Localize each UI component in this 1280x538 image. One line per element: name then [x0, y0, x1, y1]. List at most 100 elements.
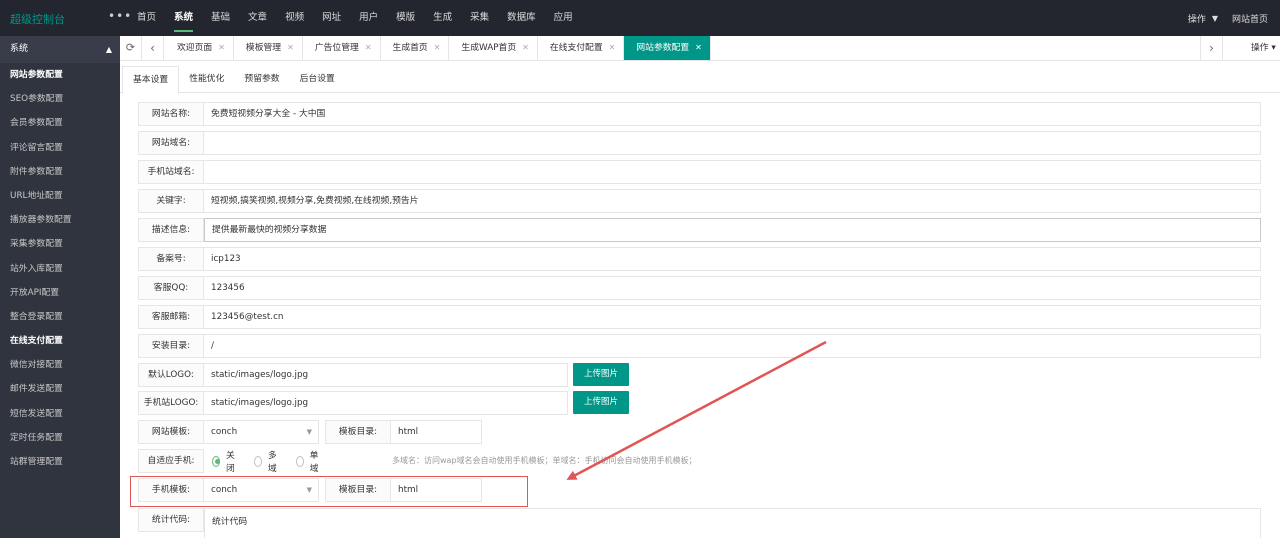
keywords-input[interactable]: 短视频,搞笑视频,视频分享,免费视频,在线视频,预告片: [204, 189, 1261, 213]
chevron-right-icon[interactable]: ›: [1200, 36, 1222, 60]
description-label: 描述信息:: [138, 218, 204, 242]
mobile-logo-label: 手机站LOGO:: [138, 391, 204, 415]
sidebar-item-collect-config[interactable]: 采集参数配置: [0, 232, 120, 256]
top-nav-template[interactable]: 模版: [387, 0, 424, 36]
top-nav-basic[interactable]: 基础: [202, 0, 239, 36]
email-input[interactable]: 123456@test.cn: [204, 305, 1261, 329]
tab-label: 广告位管理: [314, 43, 359, 53]
top-nav-user[interactable]: 用户: [350, 0, 387, 36]
top-nav-database[interactable]: 数据库: [498, 0, 545, 36]
radio-label: 单域: [309, 451, 319, 474]
tab-template-manage[interactable]: 模板管理 ✕: [234, 36, 303, 60]
brand-title[interactable]: 超级控制台: [10, 11, 65, 27]
mobile-domain-label: 手机站域名:: [138, 160, 204, 184]
top-ops-menu[interactable]: 操作: [1188, 12, 1206, 25]
upload-mobile-logo-button[interactable]: 上传图片: [573, 391, 629, 414]
subtab-reserved[interactable]: 预留参数: [234, 66, 289, 92]
annotation-highlight-box: [130, 476, 528, 507]
install-dir-input[interactable]: /: [204, 334, 1261, 358]
qq-input[interactable]: 123456: [204, 276, 1261, 300]
adaptive-option-off[interactable]: 关闭: [212, 448, 238, 474]
caret-up-icon[interactable]: ▲: [106, 36, 112, 63]
tab-ops-menu[interactable]: 操作 ▾: [1222, 36, 1280, 60]
top-nav-url[interactable]: 网址: [313, 0, 350, 36]
tab-ad-manage[interactable]: 广告位管理 ✕: [303, 36, 381, 60]
sidebar-item-comment-config[interactable]: 评论留言配置: [0, 136, 120, 160]
email-label: 客服邮箱:: [138, 305, 204, 329]
site-name-label: 网站名称:: [138, 102, 204, 126]
sidebar-item-login-config[interactable]: 整合登录配置: [0, 305, 120, 329]
close-icon[interactable]: ✕: [609, 43, 616, 52]
close-icon[interactable]: ✕: [695, 43, 702, 52]
tab-pay-config[interactable]: 在线支付配置 ✕: [538, 36, 625, 60]
icp-label: 备案号:: [138, 247, 204, 271]
sidebar-item-site-config[interactable]: 网站参数配置: [0, 63, 120, 87]
top-nav-generate[interactable]: 生成: [424, 0, 461, 36]
sidebar-item-cluster-config[interactable]: 站群管理配置: [0, 450, 120, 474]
adaptive-option-single[interactable]: 单域: [295, 448, 322, 474]
sidebar-item-attachment-config[interactable]: 附件参数配置: [0, 160, 120, 184]
caret-down-icon[interactable]: ▼: [1212, 14, 1218, 23]
upload-logo-button[interactable]: 上传图片: [573, 363, 629, 386]
close-icon[interactable]: ✕: [218, 43, 225, 52]
adaptive-option-multi[interactable]: 多域: [253, 448, 280, 474]
top-nav-home[interactable]: 首页: [128, 0, 165, 36]
sidebar-item-sms-config[interactable]: 短信发送配置: [0, 402, 120, 426]
tab-generate-wap-index[interactable]: 生成WAP首页 ✕: [449, 36, 538, 60]
subtab-admin[interactable]: 后台设置: [290, 66, 345, 92]
tab-bar: ⟳ ‹ 欢迎页面 ✕ 模板管理 ✕ 广告位管理 ✕ 生成首页 ✕ 生成WAP首页 ✕ 在线…: [120, 36, 1280, 61]
close-icon[interactable]: ✕: [287, 43, 294, 52]
sidebar-item-email-config[interactable]: 邮件发送配置: [0, 377, 120, 401]
sidebar-header[interactable]: 系统 ▲: [0, 36, 120, 63]
top-nav: 首页 系统 基础 文章 视频 网址 用户 模版 生成 采集 数据库 应用: [128, 0, 582, 36]
sidebar-item-player-config[interactable]: 播放器参数配置: [0, 208, 120, 232]
top-nav-apps[interactable]: 应用: [545, 0, 582, 36]
site-home-link[interactable]: 网站首页: [1232, 12, 1268, 25]
sidebar-item-timer-config[interactable]: 定时任务配置: [0, 426, 120, 450]
adaptive-label: 自适应手机:: [138, 449, 204, 473]
tab-label: 模板管理: [245, 43, 282, 53]
description-input[interactable]: 提供最新最快的视频分享数据: [204, 218, 1261, 242]
logo-input[interactable]: static/images/logo.jpg: [204, 363, 568, 387]
sidebar-item-import-config[interactable]: 站外入库配置: [0, 257, 120, 281]
radio-unchecked-icon: [253, 455, 262, 467]
sidebar-item-member-config[interactable]: 会员参数配置: [0, 111, 120, 135]
top-nav-system[interactable]: 系统: [165, 0, 202, 36]
tab-ops-label: 操作: [1251, 43, 1269, 53]
radio-label: 关闭: [226, 451, 235, 474]
top-nav-article[interactable]: 文章: [239, 0, 276, 36]
adaptive-tip: 多域名：访问wap域名会自动使用手机模板；单域名：手机访问会自动使用手机模板；: [392, 456, 697, 465]
tab-site-config[interactable]: 网站参数配置 ✕: [624, 36, 711, 60]
close-icon[interactable]: ✕: [434, 43, 441, 52]
sidebar-item-url-config[interactable]: URL地址配置: [0, 184, 120, 208]
tab-label: 生成WAP首页: [461, 43, 517, 53]
sidebar-item-pay-config[interactable]: 在线支付配置: [0, 329, 120, 353]
chevron-left-icon[interactable]: ‹: [142, 36, 164, 60]
subtab-performance[interactable]: 性能优化: [179, 66, 234, 92]
tab-label: 网站参数配置: [636, 43, 690, 53]
close-icon[interactable]: ✕: [522, 43, 529, 52]
subtab-basic[interactable]: 基本设置: [122, 66, 180, 94]
site-template-select[interactable]: conch ▼: [204, 420, 319, 444]
top-bar: 超级控制台 ••• 首页 系统 基础 文章 视频 网址 用户 模版 生成 采集 …: [0, 0, 1280, 36]
radio-label: 多域: [267, 451, 277, 474]
sidebar-item-wechat-config[interactable]: 微信对接配置: [0, 353, 120, 377]
site-name-input[interactable]: 免费短视频分享大全 - 大中国: [204, 102, 1261, 126]
sidebar-item-api-config[interactable]: 开放API配置: [0, 281, 120, 305]
mobile-logo-input[interactable]: static/images/logo.jpg: [204, 391, 568, 415]
sidebar-item-seo-config[interactable]: SEO参数配置: [0, 87, 120, 111]
top-nav-video[interactable]: 视频: [276, 0, 313, 36]
tab-label: 欢迎页面: [177, 43, 213, 53]
icp-input[interactable]: icp123: [204, 247, 1261, 271]
tab-generate-index[interactable]: 生成首页 ✕: [381, 36, 450, 60]
stats-code-textarea[interactable]: 统计代码: [204, 508, 1261, 538]
site-domain-input[interactable]: [204, 131, 1261, 155]
template-dir-input[interactable]: html: [391, 420, 482, 444]
caret-down-icon: ▾: [1271, 43, 1276, 53]
close-icon[interactable]: ✕: [365, 43, 372, 52]
tab-welcome[interactable]: 欢迎页面 ✕: [165, 36, 234, 60]
sidebar: 系统 ▲ 网站参数配置 SEO参数配置 会员参数配置 评论留言配置 附件参数配置…: [0, 36, 120, 538]
refresh-icon[interactable]: ⟳: [120, 36, 142, 60]
top-nav-collect[interactable]: 采集: [461, 0, 498, 36]
mobile-domain-input[interactable]: [204, 160, 1261, 184]
